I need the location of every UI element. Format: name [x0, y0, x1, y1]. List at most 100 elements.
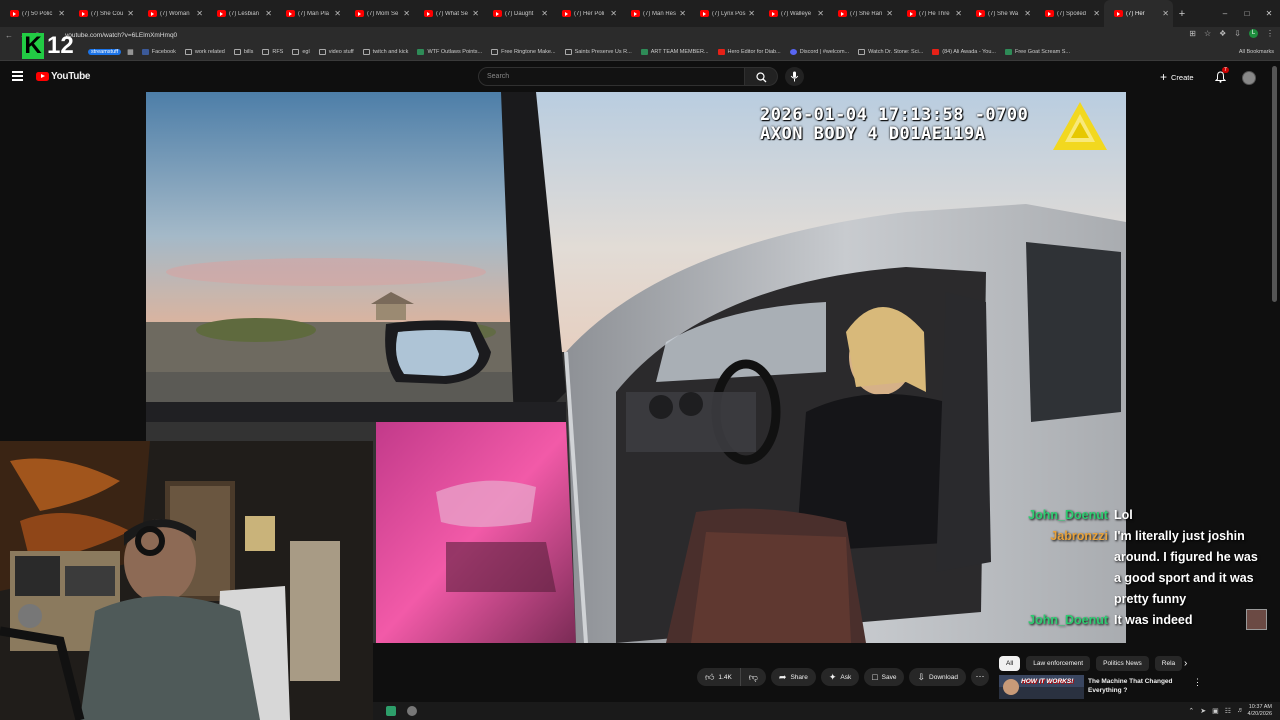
downloads-icon[interactable]: ⇩ — [1234, 29, 1241, 38]
browser-tab[interactable]: (7) She Ran ✕ — [828, 0, 897, 27]
menu-icon[interactable]: ⋮ — [1266, 29, 1274, 38]
bookmark-streamstuff[interactable]: streamstuff — [88, 49, 122, 55]
bookmark-item[interactable]: bills — [233, 49, 253, 55]
ask-button[interactable]: ✦ Ask — [820, 668, 860, 686]
install-icon[interactable]: ⊞ — [1189, 29, 1196, 38]
bookmark-label: Free Ringtone Make... — [501, 49, 556, 55]
profile-avatar[interactable]: L — [1249, 29, 1258, 38]
upnext-title[interactable]: The Machine That Changed Everything ? — [1088, 677, 1188, 695]
bookmark-item[interactable]: (84) Ali Awada - You... — [932, 49, 996, 55]
browser-tab[interactable]: (7) Mom Se ✕ — [345, 0, 414, 27]
tab-close-icon[interactable]: ✕ — [127, 9, 134, 18]
upnext-thumbnail[interactable]: HOW IT WORKS! — [999, 675, 1084, 699]
tab-close-icon[interactable]: ✕ — [541, 9, 548, 18]
tab-close-icon[interactable]: ✕ — [196, 9, 203, 18]
search-input[interactable]: Search — [478, 67, 745, 86]
filter-chip[interactable]: Law enforcement — [1026, 655, 1091, 671]
bookmark-item[interactable]: Free Ringtone Make... — [491, 49, 556, 55]
tab-close-icon[interactable]: ✕ — [58, 9, 65, 18]
taskbar-settings-icon[interactable] — [407, 706, 417, 716]
extensions-icon[interactable]: ❖ — [1219, 29, 1226, 38]
bookmark-item[interactable]: Facebook — [141, 49, 176, 55]
tab-close-icon[interactable]: ✕ — [334, 9, 341, 18]
tab-close-icon[interactable]: ✕ — [472, 9, 479, 18]
taskbar-app-icon[interactable] — [386, 706, 396, 716]
tab-close-icon[interactable]: ✕ — [265, 9, 272, 18]
browser-tab[interactable]: (7) Her Poli ✕ — [552, 0, 621, 27]
tray-chevron-icon[interactable]: ⌃ — [1188, 707, 1194, 715]
bookmark-item[interactable]: egl — [292, 49, 310, 55]
location-icon[interactable]: ➤ — [1200, 707, 1206, 715]
tab-close-icon[interactable]: ✕ — [817, 9, 824, 18]
bookmark-item[interactable]: Free Goat Scream S... — [1004, 49, 1070, 55]
tab-close-icon[interactable]: ✕ — [679, 9, 686, 18]
bookmark-item[interactable]: twitch and kick — [362, 49, 408, 55]
download-button[interactable]: ⇩ Download — [909, 668, 966, 686]
upnext-video[interactable]: HOW IT WORKS! The Machine That Changed E… — [999, 675, 1204, 699]
save-button[interactable]: □ Save — [864, 668, 905, 686]
bookmark-item[interactable]: video stuff — [318, 49, 354, 55]
tab-close-icon[interactable]: ✕ — [748, 9, 755, 18]
dislike-button[interactable]: 👎︎ — [741, 668, 766, 686]
youtube-favicon-icon — [148, 10, 157, 17]
maximize-button[interactable]: □ — [1236, 9, 1258, 18]
browser-tab[interactable]: (7) Man Pla ✕ — [276, 0, 345, 27]
tab-close-icon[interactable]: ✕ — [955, 9, 962, 18]
page-scrollbar[interactable] — [1272, 66, 1277, 302]
create-button[interactable]: + Create — [1160, 69, 1194, 85]
browser-tab[interactable]: (7) Woman ✕ — [138, 0, 207, 27]
monitor-icon[interactable]: ▣ — [1212, 707, 1219, 715]
taskbar-clock[interactable]: 10:37 AM 4/20/2026 — [1248, 704, 1272, 718]
browser-tab[interactable]: (7) Daught ✕ — [483, 0, 552, 27]
tab-close-icon[interactable]: ✕ — [1024, 9, 1031, 18]
menu-hamburger-icon[interactable] — [12, 71, 23, 81]
tab-close-icon[interactable]: ✕ — [403, 9, 410, 18]
bookmark-item[interactable]: RFS — [262, 49, 283, 55]
browser-tab[interactable]: (7) Her ✕ — [1104, 0, 1173, 27]
browser-tab[interactable]: (7) She Wa ✕ — [966, 0, 1035, 27]
bookmark-item[interactable]: Hero Editor for Diab... — [717, 49, 781, 55]
tab-close-icon[interactable]: ✕ — [610, 9, 617, 18]
upnext-menu-icon[interactable]: ⋮ — [1193, 677, 1202, 688]
filter-chip[interactable]: Politics News — [1096, 655, 1149, 671]
browser-tab[interactable]: (7) Lynx Pos ✕ — [690, 0, 759, 27]
browser-tab[interactable]: (7) What Se ✕ — [414, 0, 483, 27]
all-bookmarks[interactable]: All Bookmarks — [1239, 49, 1274, 55]
browser-tab[interactable]: (7) 50 Polic ✕ — [0, 0, 69, 27]
bookmark-item[interactable]: Saints Preserve Us R... — [564, 49, 632, 55]
chevron-right-icon[interactable]: › — [1184, 658, 1187, 669]
tab-close-icon[interactable]: ✕ — [886, 9, 893, 18]
browser-tab[interactable]: (7) He Thre ✕ — [897, 0, 966, 27]
filter-chip[interactable]: All — [999, 655, 1021, 671]
tab-close-icon[interactable]: ✕ — [1162, 9, 1169, 18]
share-button[interactable]: ➦ Share — [770, 668, 816, 686]
network-icon[interactable]: ☷ — [1225, 707, 1231, 715]
browser-tab[interactable]: (7) Spoiled ✕ — [1035, 0, 1104, 27]
browser-tab[interactable]: (7) She Cou ✕ — [69, 0, 138, 27]
account-avatar[interactable] — [1242, 71, 1256, 85]
bookmark-item[interactable]: Watch Dr. Stone: Sci... — [858, 49, 923, 55]
browser-tab[interactable]: (7) Man Res ✕ — [621, 0, 690, 27]
tab-close-icon[interactable]: ✕ — [1093, 9, 1100, 18]
browser-tab[interactable]: (7) Lesbian ✕ — [207, 0, 276, 27]
bookmark-item[interactable]: work related — [184, 49, 225, 55]
volume-icon[interactable]: ♬ — [1237, 707, 1244, 715]
back-icon[interactable]: ← — [3, 31, 15, 40]
bookmark-item[interactable]: WTF Outlaws Points... — [417, 49, 482, 55]
bookmark-star-icon[interactable]: ☆ — [1204, 29, 1211, 38]
bookmark-item[interactable]: Discord | #welcom... — [789, 49, 849, 55]
minimize-button[interactable]: – — [1214, 9, 1236, 18]
apps-icon[interactable]: ▦ — [127, 48, 134, 56]
voice-search-button[interactable] — [785, 67, 804, 86]
new-tab-button[interactable]: + — [1173, 8, 1191, 20]
bookmark-item[interactable]: ART TEAM MEMBER... — [640, 49, 709, 55]
like-button[interactable]: 👍︎ 1.4K — [697, 668, 741, 686]
more-actions-icon[interactable]: ⋯ — [970, 668, 989, 686]
youtube-logo[interactable]: YouTube — [36, 71, 91, 82]
filter-chip[interactable]: Rela — [1154, 655, 1183, 671]
close-window-button[interactable]: ✕ — [1258, 9, 1280, 18]
tab-list: (7) 50 Polic ✕ (7) She Cou ✕ (7) Woman ✕ (7) L… — [0, 0, 1173, 27]
browser-tab[interactable]: (7) Walleye ✕ — [759, 0, 828, 27]
youtube-favicon-icon — [1045, 10, 1054, 17]
search-button[interactable] — [745, 67, 778, 86]
